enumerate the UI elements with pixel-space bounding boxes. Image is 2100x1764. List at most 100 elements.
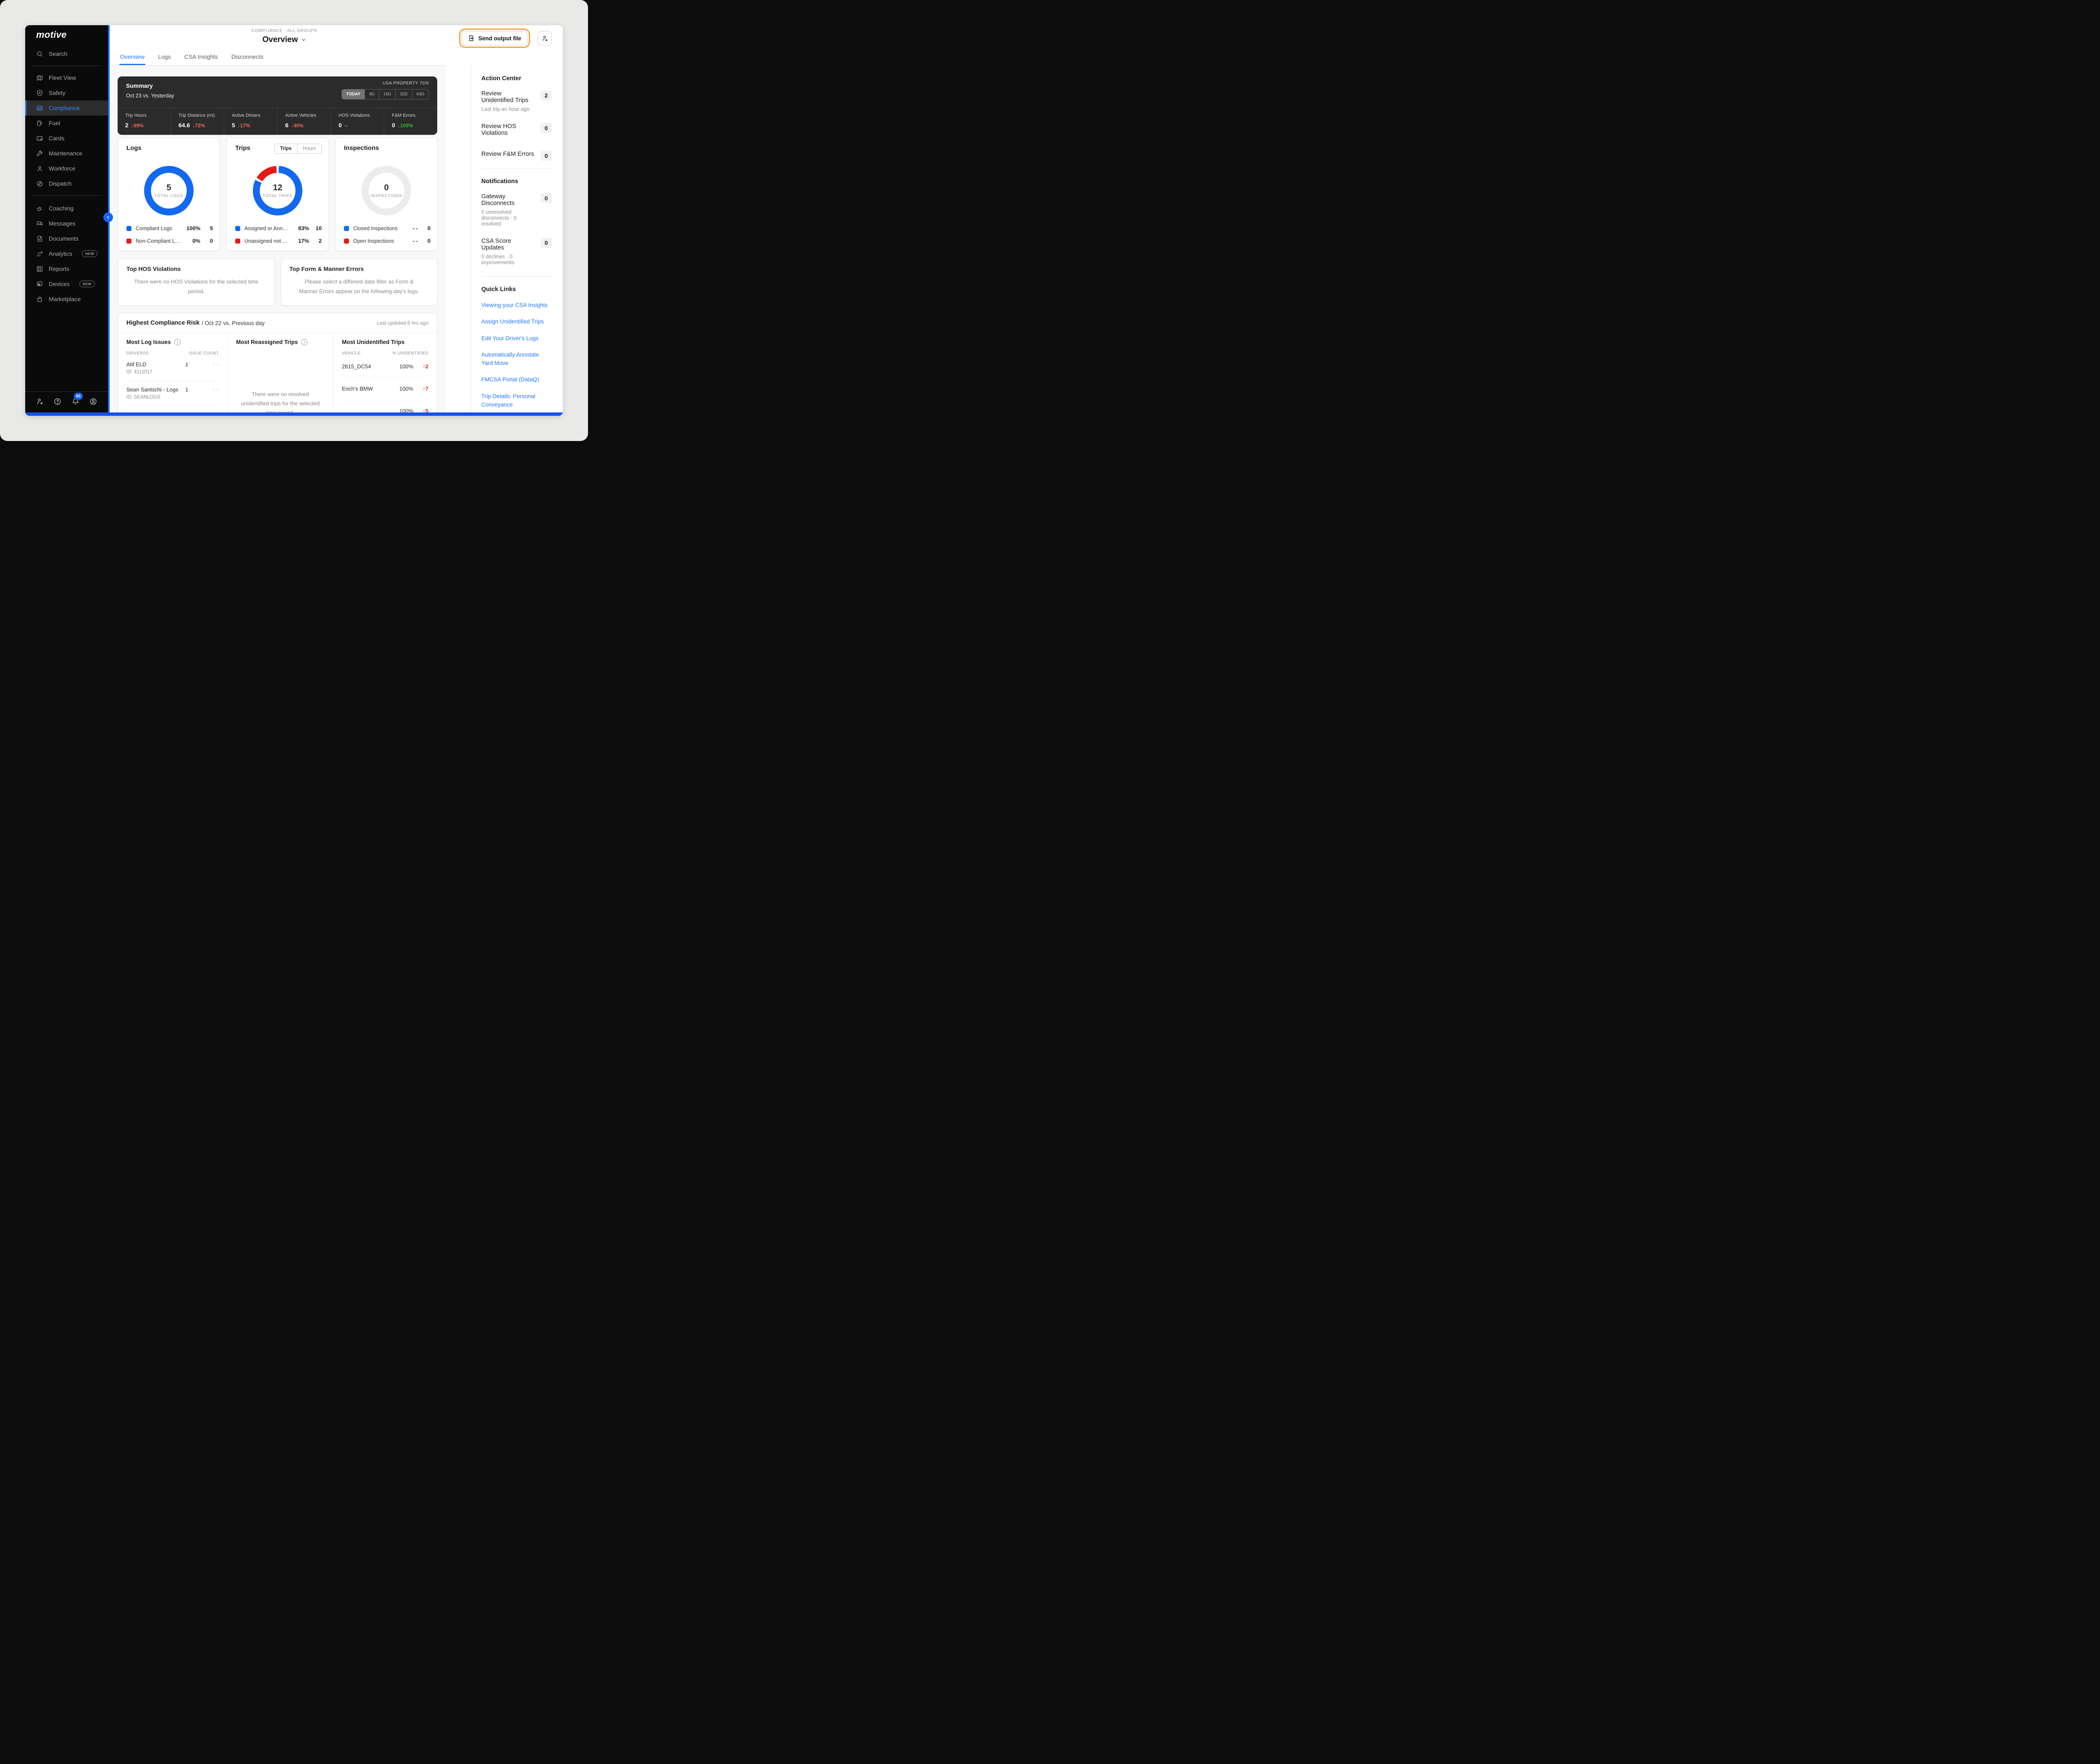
- sidebar-item-workforce[interactable]: Workforce: [25, 161, 108, 176]
- table-row[interactable]: 100% ↑5: [342, 400, 428, 412]
- chat-icon: [36, 220, 43, 227]
- main-content: Summary Oct 23 vs. Yesterday USA PROPERT…: [110, 65, 446, 412]
- sidebar-item-coaching[interactable]: Coaching: [25, 201, 108, 216]
- stat-delta: ↓100%: [398, 123, 413, 129]
- sidebar-item-fleet-view[interactable]: Fleet View: [25, 70, 108, 85]
- sidebar-item-compliance[interactable]: Compliance: [25, 100, 108, 116]
- motive-logo: motive: [25, 28, 108, 42]
- stat-active-vehicles: Active Vehicles 6↓40%: [277, 108, 331, 135]
- tab-overview[interactable]: Overview: [119, 53, 145, 65]
- action-center-title: Action Center: [481, 75, 552, 82]
- sidebar-collapse-button[interactable]: [103, 213, 113, 222]
- table-row[interactable]: Erich's BMW 100% ↑7: [342, 378, 428, 400]
- action-review-fm-errors[interactable]: Review F&M Errors 0: [481, 151, 552, 158]
- range-16d[interactable]: 16D: [379, 89, 395, 99]
- sidebar-item-label: Analytics: [49, 250, 72, 257]
- help-icon[interactable]: [53, 397, 62, 406]
- sidebar-item-dispatch[interactable]: Dispatch: [25, 176, 108, 191]
- count-badge: 0: [541, 238, 552, 248]
- last-updated: Last updated 8 hrs ago: [377, 320, 428, 326]
- sidebar-item-fuel[interactable]: Fuel: [25, 116, 108, 131]
- profile-icon[interactable]: [89, 397, 97, 406]
- sidebar-divider: [32, 195, 101, 196]
- empty-state-message: Please select a different date filter as…: [297, 277, 422, 297]
- sidebar-item-messages[interactable]: Messages: [25, 216, 108, 231]
- new-badge: NEW: [79, 281, 95, 287]
- info-icon[interactable]: i: [174, 339, 181, 345]
- admin-user-gear-icon[interactable]: [36, 397, 44, 406]
- panel-divider: [481, 276, 552, 277]
- tab-csa-insights[interactable]: CSA Insights: [184, 53, 219, 65]
- table-row[interactable]: Mia Rodriguez 1: [126, 406, 219, 412]
- page-title-dropdown[interactable]: Overview: [252, 35, 317, 45]
- sidebar-item-label: Workforce: [49, 165, 76, 172]
- sidebar-item-maintenance[interactable]: Maintenance: [25, 146, 108, 161]
- legend-row: Assigned or Annota… 83% 10: [235, 225, 322, 231]
- legend-swatch-red: [126, 239, 131, 244]
- legend-row: Unassigned not Anno… 17% 2: [235, 238, 322, 244]
- report-icon: [36, 265, 43, 273]
- inspections-card: Inspections 0 INSPECTIONS Closed Inspect…: [335, 137, 438, 251]
- quicklink-viewing-csa-insights[interactable]: Viewing your CSA Insights: [481, 301, 552, 310]
- tab-logs[interactable]: Logs: [157, 53, 171, 65]
- sidebar-item-label: Reports: [49, 265, 69, 272]
- notifications-bell[interactable]: 65: [71, 397, 80, 406]
- range-today[interactable]: TODAY: [342, 89, 365, 99]
- legend-swatch-red: [235, 239, 240, 244]
- toggle-trips[interactable]: Trips: [275, 144, 297, 153]
- sidebar-item-label: Maintenance: [49, 150, 82, 157]
- action-review-hos-violations[interactable]: Review HOS Violations 0: [481, 123, 552, 136]
- table-row[interactable]: Sean Santschi - LogsID: SEANLOGS 1 - -: [126, 381, 219, 406]
- tab-disconnects[interactable]: Disconnects: [231, 53, 264, 65]
- summary-stats: Trip Hours 2↓89% Trip Distance (mi) 64.6…: [118, 108, 437, 135]
- tab-bar: Overview Logs CSA Insights Disconnects: [119, 53, 264, 65]
- most-unidentified-trips-column: Most Unidentified Trips VEHICLE% UNIDENT…: [333, 333, 437, 412]
- table-row[interactable]: 2615_DC54 100% ↑2: [342, 356, 428, 378]
- sidebar: motive Search Fleet View Safety Complian…: [25, 25, 108, 412]
- fuel-pump-icon: [36, 120, 43, 127]
- sidebar-item-reports[interactable]: Reports: [25, 261, 108, 276]
- send-output-file-label: Send output file: [478, 35, 521, 42]
- quicklink-assign-unidentified-trips[interactable]: Assign Unidentified Trips: [481, 318, 552, 326]
- trips-total-value: 12: [273, 183, 282, 193]
- sidebar-item-devices[interactable]: Devices NEW: [25, 276, 108, 291]
- sidebar-item-search[interactable]: Search: [25, 46, 108, 61]
- stat-delta: ↓72%: [192, 123, 205, 129]
- range-8d[interactable]: 8D: [365, 89, 379, 99]
- summary-title: Summary: [126, 82, 153, 89]
- quicklink-fmcsa-portal[interactable]: FMCSA Portal (DataQ): [481, 375, 552, 384]
- sidebar-item-documents[interactable]: Documents: [25, 231, 108, 246]
- sidebar-footer: 65: [25, 397, 108, 412]
- sidebar-item-safety[interactable]: Safety: [25, 85, 108, 100]
- action-review-unidentified-trips[interactable]: Review Unidentified Trips Last trip an h…: [481, 90, 552, 112]
- sidebar-item-cards[interactable]: Cards: [25, 131, 108, 146]
- range-32d[interactable]: 32D: [395, 89, 412, 99]
- table-row[interactable]: Atif ELDID: 4112017 1 - -: [126, 356, 219, 381]
- top-hos-violations-card: Top HOS Violations There were no HOS Vio…: [118, 258, 275, 306]
- compass-icon: [36, 180, 43, 187]
- chevron-down-icon: [301, 37, 306, 42]
- user-settings-button[interactable]: [538, 31, 552, 45]
- legend-swatch-red: [344, 239, 349, 244]
- right-panel: Action Center Review Unidentified Trips …: [471, 65, 563, 412]
- range-64d[interactable]: 64D: [412, 89, 428, 99]
- sidebar-item-label: Marketplace: [49, 296, 81, 302]
- summary-card: Summary Oct 23 vs. Yesterday USA PROPERT…: [118, 76, 437, 135]
- info-icon[interactable]: i: [301, 339, 307, 345]
- send-output-file-button[interactable]: Send output file: [462, 31, 528, 45]
- quicklink-edit-drivers-logs[interactable]: Edit Your Driver's Logs: [481, 334, 552, 343]
- quicklink-trip-details-personal-conveyance[interactable]: Trip Details: Personal Conveyance: [481, 392, 552, 410]
- trips-card-title: Trips: [235, 144, 250, 152]
- quicklink-annotate-yard-move[interactable]: Automatically Annotate Yard Move: [481, 351, 552, 368]
- toggle-hours[interactable]: Hours: [297, 144, 321, 153]
- stat-trip-distance: Trip Distance (mi) 64.6↓72%: [171, 108, 224, 135]
- notification-gateway-disconnects[interactable]: Gateway Disconnects 0 unresolved disconn…: [481, 193, 552, 227]
- sidebar-item-analytics[interactable]: Analytics NEW: [25, 246, 108, 261]
- summary-subtitle: Oct 23 vs. Yesterday: [126, 93, 174, 99]
- risk-card-header: Highest Compliance Risk / Oct 22 vs. Pre…: [118, 313, 437, 333]
- sidebar-item-marketplace[interactable]: Marketplace: [25, 291, 108, 307]
- sidebar-item-label: Messages: [49, 220, 76, 227]
- stat-fm-errors: F&M Errors 0↓100%: [384, 108, 437, 135]
- notification-csa-score-updates[interactable]: CSA Score Updates 0 declines · 0 improve…: [481, 238, 552, 265]
- stat-delta: ↓17%: [238, 123, 250, 129]
